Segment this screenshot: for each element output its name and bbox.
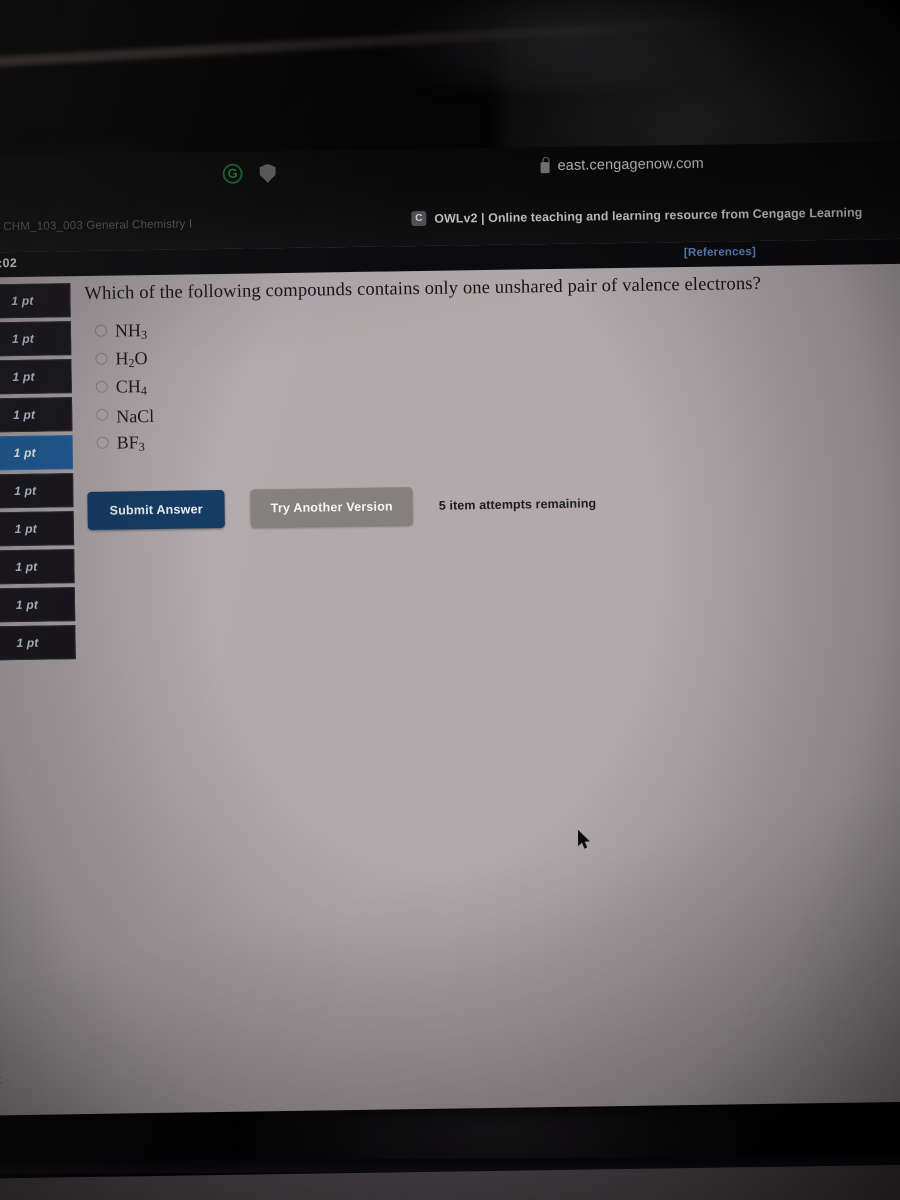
question-point-chip-8[interactable]: 1 pt [0,549,75,585]
answer-choice-label-2: H2O [115,348,148,371]
grammarly-extension-icon[interactable]: G [222,163,243,184]
assignment-timer: 0:58:02 [0,255,18,271]
answer-choice-label-1: NH3 [114,320,148,342]
course-label: urse: CHM_103_003 General Chemistry I [0,218,193,234]
question-point-chip-4[interactable]: 1 pt [0,397,73,433]
references-link[interactable]: [References] [684,246,756,259]
radio-button-4[interactable] [96,408,109,421]
submit-answer-button[interactable]: Submit Answer [87,489,226,530]
question-points-rail: 1 pt 1 pt 1 pt 1 pt 1 pt 1 pt 1 pt 1 pt 1 pt 1 pt [0,283,76,665]
bottom-partial-text: 1 at [0,1072,1,1086]
address-bar[interactable]: east.cengagenow.com [540,155,704,174]
lock-icon [540,162,550,174]
question-point-chip-10[interactable]: 1 pt [0,625,76,661]
try-another-version-button[interactable]: Try Another Version [250,487,414,528]
photo-of-monitor: G east.cengagenow.com urse: CHM_103_003 … [0,0,900,1200]
answer-choice-label-4: NaCl [116,405,155,427]
question-text: Which of the following compounds contain… [84,273,762,304]
ambient-light-streak [0,17,720,69]
browser-chrome: G east.cengagenow.com urse: CHM_103_003 … [0,141,900,253]
question-content: Which of the following compounds contain… [84,273,808,530]
answer-choice-list: NH3 H2O CH4 NaCl BF3 [94,303,807,454]
url-text: east.cengagenow.com [557,155,704,174]
question-point-chip-6[interactable]: 1 pt [0,473,74,509]
answer-choice-label-5: BF3 [116,432,145,454]
question-point-chip-9[interactable]: 1 pt [0,587,76,623]
monitor-screen: G east.cengagenow.com urse: CHM_103_003 … [0,141,900,1200]
question-point-chip-7[interactable]: 1 pt [0,511,75,547]
extension-icon-group: G [222,163,275,184]
answer-choice-label-3: CH4 [115,376,148,398]
shield-extension-icon[interactable] [259,164,275,183]
radio-button-3[interactable] [95,380,108,393]
ambient-glow-top-middle [380,0,760,90]
browser-tab-owlv2[interactable]: C OWLv2 | Online teaching and learning r… [411,204,863,227]
action-button-row: Submit Answer Try Another Version 5 item… [87,481,807,530]
question-point-chip-3[interactable]: 1 pt [0,359,72,395]
radio-button-1[interactable] [94,324,108,337]
cengage-favicon-icon: C [411,210,427,227]
question-point-chip-1[interactable]: 1 pt [0,283,71,319]
question-point-chip-5[interactable]: 1 pt [0,435,74,471]
radio-button-2[interactable] [95,352,108,365]
radio-button-5[interactable] [96,436,109,449]
owl-assignment-page: 0:58:02 [References] 1 pt 1 pt 1 pt 1 pt 1 p… [0,238,900,1116]
tab-title: OWLv2 | Online teaching and learning res… [434,204,863,226]
question-point-chip-2[interactable]: 1 pt [0,321,72,357]
attempts-remaining-text: 5 item attempts remaining [438,496,597,513]
